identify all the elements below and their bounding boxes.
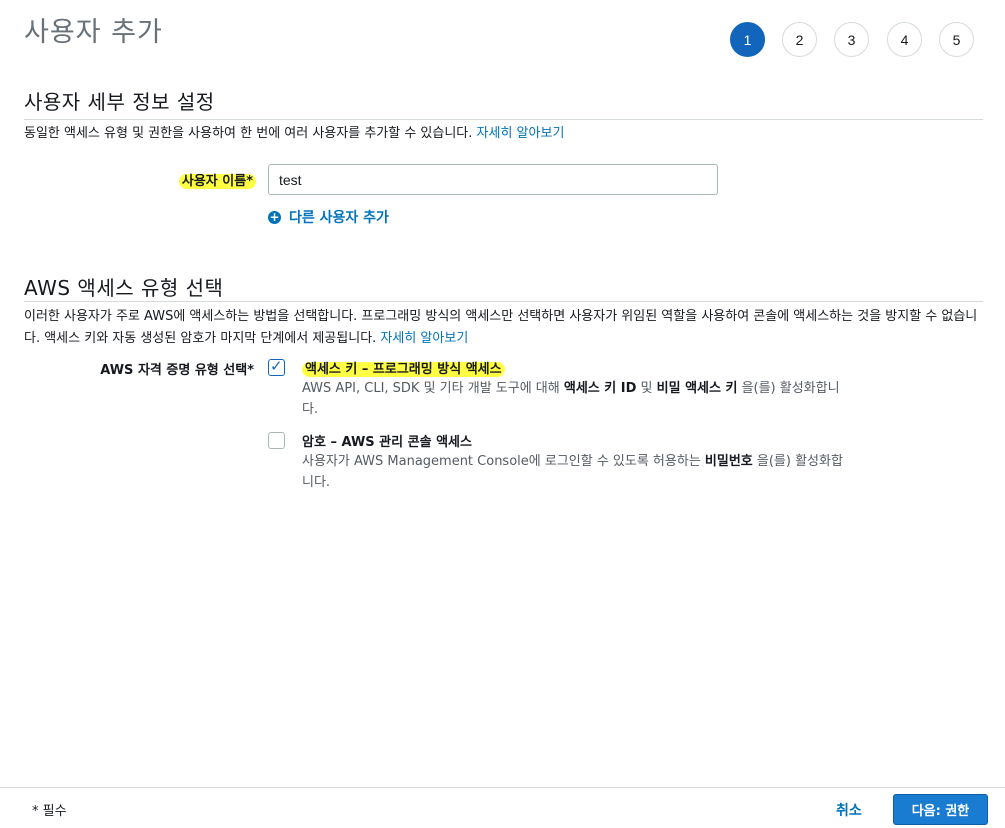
password-option-title: 암호 – AWS 관리 콘솔 액세스 — [302, 435, 472, 450]
description-text: 이러한 사용자가 주로 AWS에 액세스하는 방법을 선택합니다. 프로그래밍 … — [24, 309, 978, 346]
access-key-option-title: 액세스 키 – 프로그래밍 방식 액세스 — [302, 358, 505, 377]
username-label: 사용자 이름* — [24, 170, 256, 189]
desc-text: 및 — [636, 381, 657, 396]
step-5[interactable]: 5 — [939, 22, 974, 57]
desc-bold: 비밀 액세스 키 — [656, 381, 738, 396]
desc-bold: 액세스 키 ID — [563, 381, 637, 396]
credential-type-label: AWS 자격 증명 유형 선택* — [100, 363, 254, 378]
cancel-button[interactable]: 취소 — [836, 800, 862, 820]
access-type-description: 이러한 사용자가 주로 AWS에 액세스하는 방법을 선택합니다. 프로그래밍 … — [24, 306, 984, 350]
check-icon: ✓ — [270, 357, 283, 375]
page-title: 사용자 추가 — [24, 17, 163, 48]
password-checkbox[interactable] — [268, 432, 285, 449]
desc-bold: 비밀번호 — [704, 454, 753, 469]
description-text: 동일한 액세스 유형 및 권한을 사용하여 한 번에 여러 사용자를 추가할 수… — [24, 126, 477, 141]
password-option-description: 사용자가 AWS Management Console에 로그인할 수 있도록 … — [302, 451, 847, 493]
step-3[interactable]: 3 — [834, 22, 869, 57]
section-divider — [24, 301, 983, 302]
footer-bar: * 필수 취소 다음: 권한 — [0, 787, 1005, 828]
username-input[interactable]: test — [268, 164, 718, 195]
username-label-text: 사용자 이름* — [178, 174, 256, 189]
access-type-heading: AWS 액세스 유형 선택 — [24, 276, 224, 300]
learn-more-link[interactable]: 자세히 알아보기 — [477, 126, 565, 141]
username-value: test — [279, 171, 302, 188]
section-divider — [24, 119, 983, 120]
add-user-label: 다른 사용자 추가 — [289, 210, 389, 226]
access-key-title-text: 액세스 키 – 프로그래밍 방식 액세스 — [302, 362, 505, 377]
user-details-heading: 사용자 세부 정보 설정 — [24, 90, 215, 114]
step-1[interactable]: 1 — [730, 22, 765, 57]
step-4[interactable]: 4 — [887, 22, 922, 57]
next-permissions-button[interactable]: 다음: 권한 — [893, 794, 988, 825]
step-2[interactable]: 2 — [782, 22, 817, 57]
plus-circle-icon: + — [268, 209, 281, 224]
add-another-user-button[interactable]: + 다른 사용자 추가 — [268, 207, 389, 227]
desc-text: 사용자가 AWS Management Console에 로그인할 수 있도록 … — [302, 454, 705, 469]
access-key-checkbox[interactable]: ✓ — [268, 357, 285, 376]
desc-text: AWS API, CLI, SDK 및 기타 개발 도구에 대해 — [302, 381, 564, 396]
user-details-description: 동일한 액세스 유형 및 권한을 사용하여 한 번에 여러 사용자를 추가할 수… — [24, 123, 984, 145]
learn-more-link[interactable]: 자세히 알아보기 — [380, 331, 468, 346]
required-note: * 필수 — [32, 804, 67, 819]
access-key-option-description: AWS API, CLI, SDK 및 기타 개발 도구에 대해 액세스 키 I… — [302, 378, 847, 420]
